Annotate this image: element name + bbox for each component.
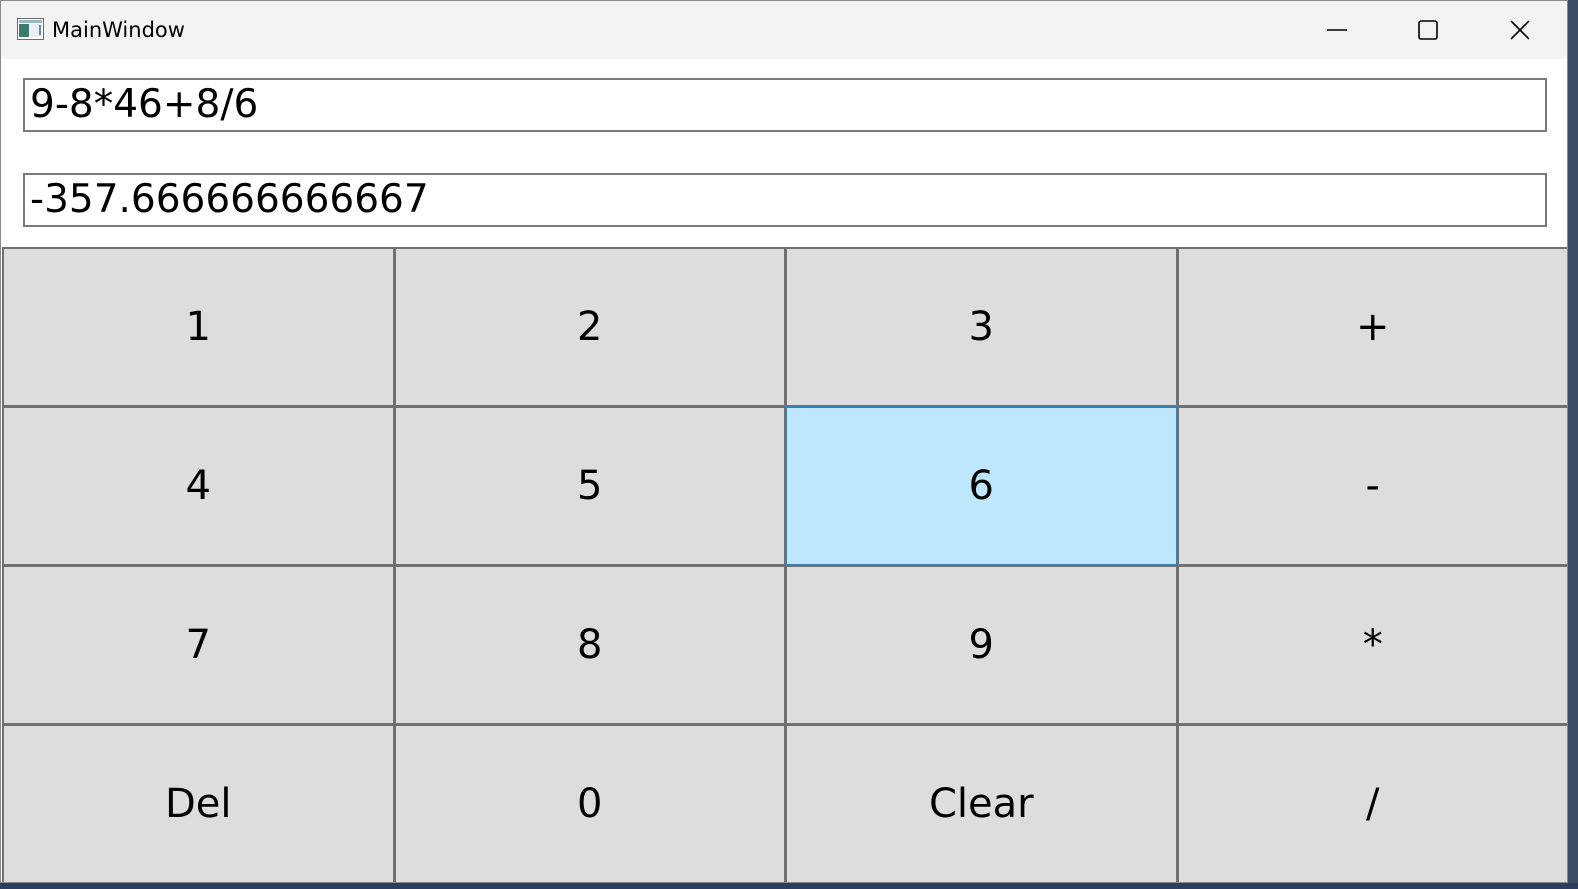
title-bar[interactable]: MainWindow: [1, 1, 1567, 59]
main-window: MainWindow 9-8*46+8/6 -357.666666666667 …: [0, 0, 1568, 883]
key-3[interactable]: 3: [785, 247, 1178, 407]
minimize-button[interactable]: [1291, 1, 1383, 59]
maximize-button[interactable]: [1382, 1, 1474, 59]
expression-input[interactable]: 9-8*46+8/6: [23, 78, 1547, 132]
app-window-icon: [17, 18, 44, 40]
close-button[interactable]: [1474, 1, 1566, 59]
key-6[interactable]: 6: [785, 406, 1178, 566]
minimize-icon: [1326, 19, 1348, 41]
key-clear[interactable]: Clear: [785, 724, 1178, 882]
key-minus[interactable]: -: [1176, 406, 1567, 566]
window-title: MainWindow: [52, 18, 185, 42]
desktop-background-right: [1568, 0, 1578, 889]
key-delete[interactable]: Del: [2, 724, 395, 882]
key-7[interactable]: 7: [2, 565, 395, 725]
key-4[interactable]: 4: [2, 406, 395, 566]
key-multiply[interactable]: *: [1176, 565, 1567, 725]
key-1[interactable]: 1: [2, 247, 395, 407]
result-output[interactable]: -357.666666666667: [23, 173, 1547, 227]
key-divide[interactable]: /: [1176, 724, 1567, 882]
desktop-background-bottom: [0, 883, 1578, 889]
key-plus[interactable]: +: [1176, 247, 1567, 407]
key-0[interactable]: 0: [393, 724, 786, 882]
close-icon: [1509, 19, 1531, 41]
keypad: 1 2 3 + 4 5 6 - 7 8 9 * Del 0 Clear /: [2, 247, 1567, 882]
maximize-icon: [1417, 19, 1439, 41]
key-5[interactable]: 5: [393, 406, 786, 566]
key-2[interactable]: 2: [393, 247, 786, 407]
key-9[interactable]: 9: [785, 565, 1178, 725]
key-8[interactable]: 8: [393, 565, 786, 725]
